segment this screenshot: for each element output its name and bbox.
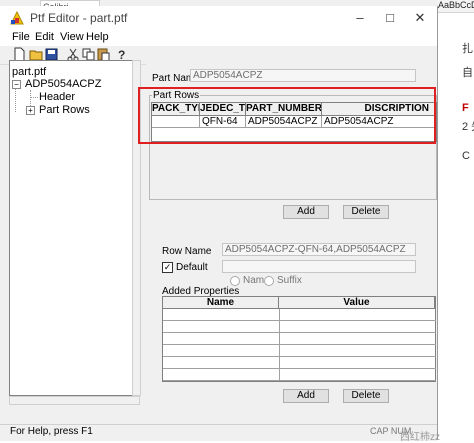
tree-connector <box>30 97 38 99</box>
add-property-button[interactable]: Add <box>283 389 329 403</box>
background-text-line: 扎 <box>462 43 473 55</box>
column-header[interactable]: Value <box>279 297 435 309</box>
default-checkbox[interactable]: ✓ <box>162 262 173 273</box>
watermark: 西红柿zz <box>400 432 440 443</box>
default-value-field[interactable] <box>222 260 416 273</box>
background-text-line: C <box>462 150 470 162</box>
menu-bar: File Edit View Help <box>0 30 437 46</box>
name-radio[interactable] <box>230 276 240 286</box>
tree-horizontal-scrollbar[interactable] <box>9 396 140 405</box>
menu-help[interactable]: Help <box>86 31 109 43</box>
minimize-button[interactable]: – <box>346 6 374 30</box>
row-name-label: Row Name <box>162 246 212 257</box>
status-text: For Help, press F1 <box>10 426 93 437</box>
row-name-field[interactable]: ADP5054ACPZ-QFN-64,ADP5054ACPZ <box>222 243 416 256</box>
tree-item-header[interactable]: Header <box>39 91 75 103</box>
close-button[interactable]: ✕ <box>406 6 434 30</box>
expand-icon[interactable]: + <box>26 106 35 115</box>
default-label: Default <box>176 262 208 273</box>
highlight-annotation-box <box>138 87 436 144</box>
delete-property-button[interactable]: Delete <box>343 389 389 403</box>
window-title: Ptf Editor - part.ptf <box>30 11 128 25</box>
add-row-button[interactable]: Add <box>283 205 329 219</box>
background-style-gallery: AaBbCcDd <box>438 0 474 10</box>
suffix-radio-label: Suffix <box>277 275 302 286</box>
properties-grid-rows <box>163 309 436 381</box>
tree-item-part[interactable]: ADP5054ACPZ <box>25 78 101 90</box>
background-text-line: 2 先 <box>462 121 474 133</box>
maximize-button[interactable]: □ <box>376 6 404 30</box>
part-name-field[interactable]: ADP5054ACPZ <box>190 69 416 82</box>
collapse-icon[interactable]: − <box>12 80 21 89</box>
column-header[interactable]: Name <box>163 297 279 309</box>
tree-item-part-rows[interactable]: Part Rows <box>39 104 90 116</box>
menu-edit[interactable]: Edit <box>35 31 54 43</box>
suffix-radio[interactable] <box>264 276 274 286</box>
delete-row-button[interactable]: Delete <box>343 205 389 219</box>
menu-file[interactable]: File <box>12 31 30 43</box>
app-icon <box>10 11 24 25</box>
background-text-line: 自 <box>462 67 473 79</box>
title-bar: Ptf Editor - part.ptf – □ ✕ <box>0 6 437 30</box>
menu-view[interactable]: View <box>60 31 84 43</box>
tree-root[interactable]: part.ptf <box>12 66 46 78</box>
background-text-line: F <box>462 102 469 114</box>
properties-grid-divider <box>279 309 280 381</box>
